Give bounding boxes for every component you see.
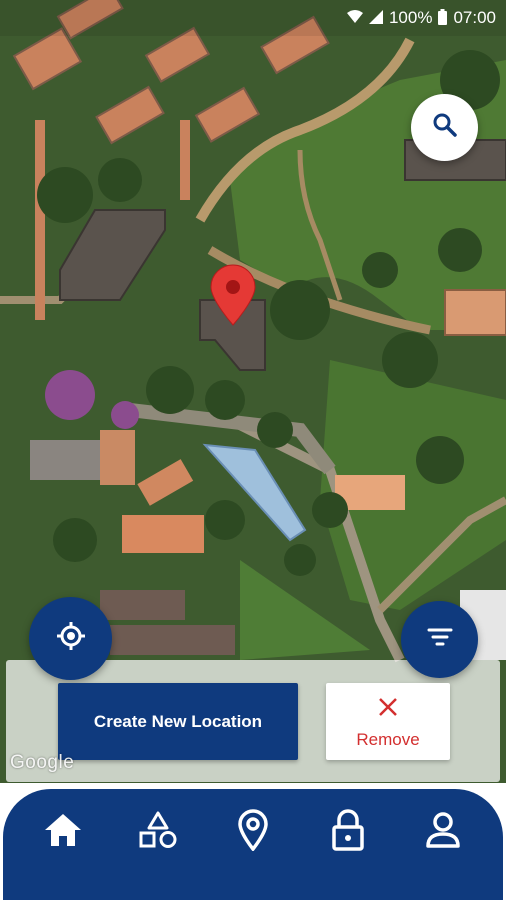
lock-icon xyxy=(331,809,365,856)
close-icon xyxy=(377,694,399,724)
signal-icon xyxy=(368,9,383,27)
nav-lock[interactable] xyxy=(318,803,378,863)
nav-profile[interactable] xyxy=(413,803,473,863)
categories-icon xyxy=(138,810,178,855)
home-icon xyxy=(43,812,83,853)
search-button[interactable] xyxy=(411,94,478,161)
my-location-button[interactable] xyxy=(29,597,112,680)
nav-home[interactable] xyxy=(33,803,93,863)
clock: 07:00 xyxy=(453,8,496,27)
profile-icon xyxy=(425,811,461,854)
google-attribution: Google xyxy=(10,752,75,773)
bottom-navigation xyxy=(3,789,503,900)
nav-categories[interactable] xyxy=(128,803,188,863)
status-bar: 100% 07:00 xyxy=(0,0,506,36)
remove-label: Remove xyxy=(356,729,420,749)
search-icon xyxy=(432,112,458,143)
nav-location[interactable] xyxy=(223,803,283,863)
location-icon xyxy=(237,809,269,856)
battery-icon xyxy=(438,8,448,28)
filter-button[interactable] xyxy=(401,601,478,678)
create-new-location-button[interactable]: Create New Location xyxy=(58,683,298,760)
remove-button[interactable]: Remove xyxy=(326,683,450,760)
my-location-icon xyxy=(55,620,87,657)
wifi-icon xyxy=(346,9,363,27)
filter-icon xyxy=(427,627,453,652)
battery-level: 100% xyxy=(388,8,433,27)
